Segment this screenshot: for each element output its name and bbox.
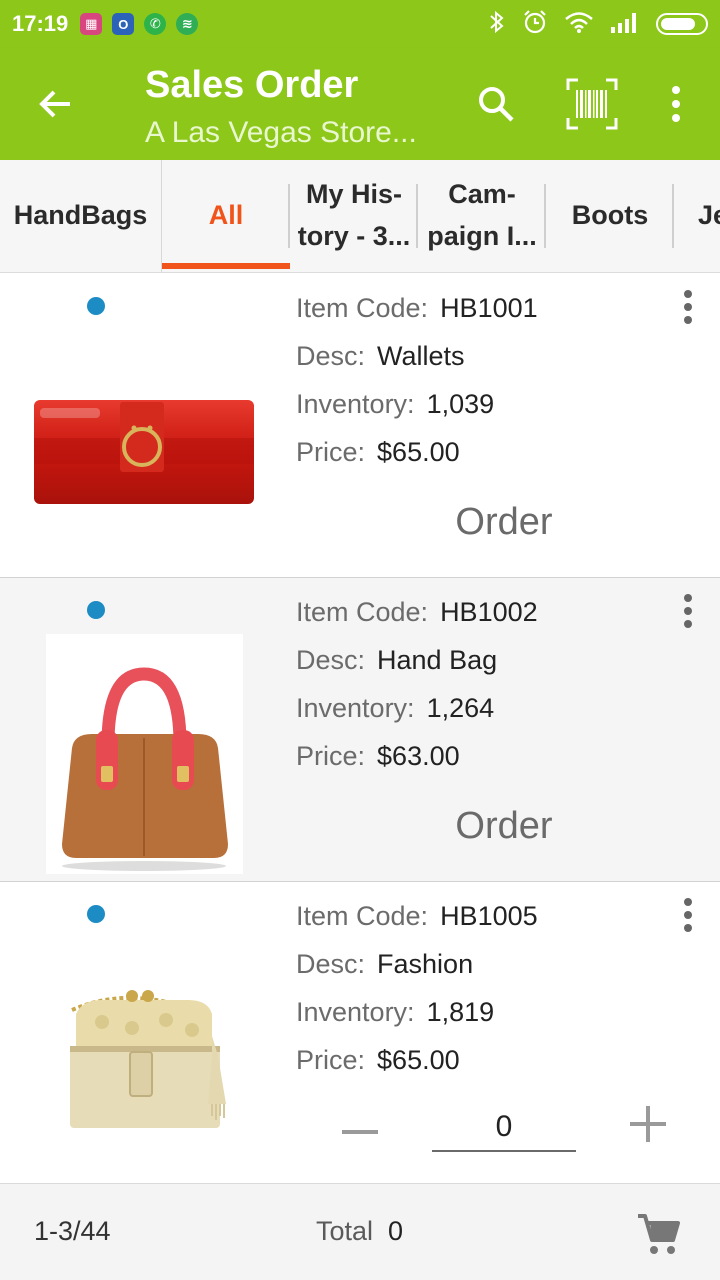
- status-bar: 17:19 ▦ O ✆ ≋: [0, 0, 720, 48]
- active-tab-indicator: [162, 263, 290, 269]
- decrease-quantity-button[interactable]: [338, 1110, 382, 1154]
- item-menu-icon[interactable]: [676, 288, 700, 328]
- status-dot: [87, 601, 105, 619]
- price-label: Price:: [296, 437, 366, 467]
- price-label: Price:: [296, 1045, 366, 1075]
- price-value: $65.00: [377, 437, 460, 467]
- item-menu-icon[interactable]: [676, 896, 700, 936]
- back-arrow-icon[interactable]: [36, 84, 76, 124]
- desc-value: Wallets: [377, 341, 465, 371]
- wifi-icon: [564, 10, 594, 38]
- tab-label: Cam-paign I...: [427, 179, 537, 251]
- store-subtitle[interactable]: A Las Vegas Store...: [145, 116, 417, 150]
- list-item[interactable]: Item Code: HB1002 Desc: Hand Bag Inventory…: [0, 578, 720, 882]
- search-icon[interactable]: [474, 82, 518, 126]
- order-button[interactable]: Order: [400, 492, 608, 552]
- tab-all[interactable]: All: [162, 160, 290, 272]
- page-title: Sales Order: [145, 64, 359, 106]
- cart-icon[interactable]: [634, 1210, 682, 1258]
- desc-label: Desc:: [296, 341, 366, 371]
- signal-icon: [610, 11, 640, 37]
- quantity-input[interactable]: [432, 1104, 576, 1152]
- desc-label: Desc:: [296, 645, 366, 675]
- order-button[interactable]: Order: [400, 796, 608, 856]
- increase-quantity-button[interactable]: [626, 1102, 670, 1146]
- tab-campaign[interactable]: Cam-paign I...: [418, 160, 546, 272]
- inventory-value: 1,039: [426, 389, 495, 419]
- tab-label: Je: [698, 200, 720, 231]
- list-item[interactable]: Item Code: HB1001 Desc: Wallets Inventory:…: [0, 274, 720, 578]
- outlook-app-icon: O: [112, 13, 135, 35]
- status-dot: [87, 297, 105, 315]
- product-image-red-wallet[interactable]: [30, 390, 258, 512]
- tab-label: HandBags: [13, 200, 148, 231]
- list-item[interactable]: Item Code: HB1005 Desc: Fashion Inventory:…: [0, 882, 720, 1183]
- price-label: Price:: [296, 741, 366, 771]
- inventory-label: Inventory:: [296, 693, 415, 723]
- status-time: 17:19: [12, 11, 69, 36]
- inventory-value: 1,819: [426, 997, 495, 1027]
- footer-bar: 1-3/44 Total 0: [0, 1183, 720, 1280]
- item-menu-icon[interactable]: [676, 592, 700, 632]
- desc-label: Desc:: [296, 949, 366, 979]
- calendar-app-icon: ▦: [80, 13, 103, 35]
- price-value: $65.00: [377, 1045, 460, 1075]
- item-fields: Item Code: HB1001 Desc: Wallets Inventory:…: [296, 286, 538, 478]
- bluetooth-icon: [488, 10, 506, 38]
- item-code-label: Item Code:: [296, 597, 429, 627]
- desc-value: Fashion: [377, 949, 474, 979]
- inventory-label: Inventory:: [296, 997, 415, 1027]
- tab-label: My His-tory - 3...: [297, 179, 411, 251]
- item-code-value: HB1005: [440, 901, 538, 931]
- spotify-app-icon: ≋: [176, 13, 199, 35]
- item-code-label: Item Code:: [296, 901, 429, 931]
- tab-je[interactable]: Je: [674, 160, 720, 272]
- overflow-menu-icon[interactable]: [660, 82, 692, 126]
- inventory-label: Inventory:: [296, 389, 415, 419]
- total-value: 0: [388, 1216, 404, 1246]
- total-label: Total: [316, 1216, 374, 1246]
- price-value: $63.00: [377, 741, 460, 771]
- barcode-scan-icon[interactable]: [566, 78, 618, 130]
- status-dot: [87, 905, 105, 923]
- item-fields: Item Code: HB1002 Desc: Hand Bag Inventory…: [296, 590, 538, 782]
- product-image-gold-purse[interactable]: [62, 986, 238, 1136]
- tab-label: All: [208, 200, 244, 231]
- tab-boots[interactable]: Boots: [546, 160, 674, 272]
- alarm-icon: [522, 9, 548, 39]
- item-code-value: HB1002: [440, 597, 538, 627]
- category-tabs: HandBags All My His-tory - 3... Cam-paig…: [0, 160, 720, 273]
- item-code-value: HB1001: [440, 293, 538, 323]
- tab-label: Boots: [571, 200, 649, 231]
- item-code-label: Item Code:: [296, 293, 429, 323]
- desc-value: Hand Bag: [377, 645, 498, 675]
- item-fields: Item Code: HB1005 Desc: Fashion Inventory:…: [296, 894, 538, 1086]
- app-bar: Sales Order A Las Vegas Store...: [0, 48, 720, 160]
- whatsapp-app-icon: ✆: [144, 13, 167, 35]
- paging-indicator: 1-3/44: [34, 1216, 111, 1246]
- inventory-value: 1,264: [426, 693, 495, 723]
- tab-my-history[interactable]: My His-tory - 3...: [290, 160, 418, 272]
- product-image-brown-handbag[interactable]: [46, 634, 243, 874]
- battery-icon: [656, 13, 708, 35]
- tab-handbags[interactable]: HandBags: [0, 160, 161, 272]
